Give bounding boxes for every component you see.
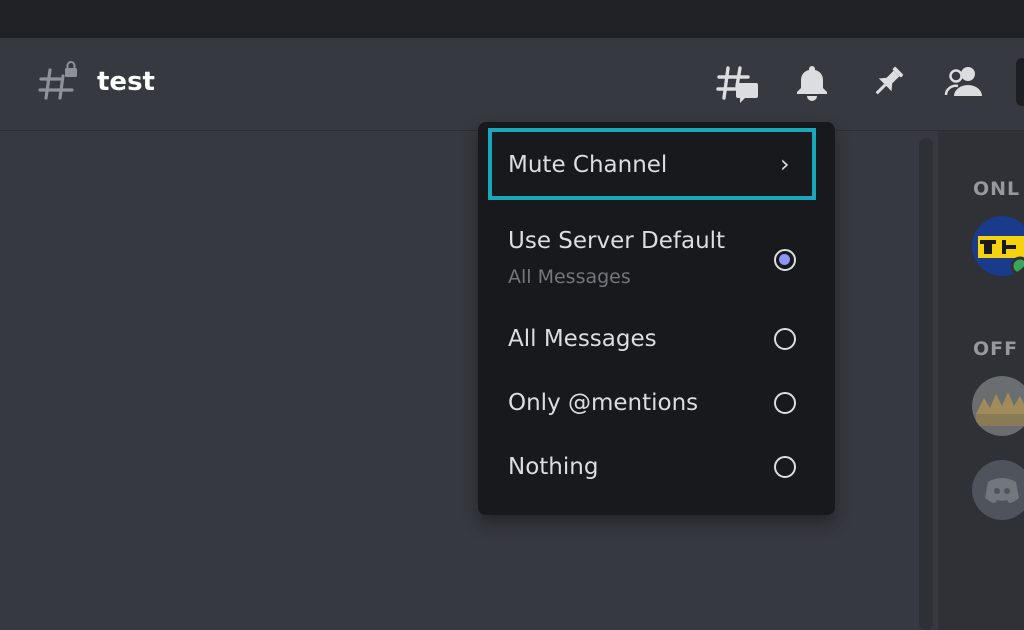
avatar[interactable]	[972, 376, 1024, 436]
radio-unselected[interactable]	[774, 328, 796, 350]
option-all-messages[interactable]: All Messages	[478, 310, 835, 372]
channel-name: test	[97, 67, 155, 97]
radio-unselected[interactable]	[774, 392, 796, 414]
pin-icon[interactable]	[868, 62, 908, 102]
option-only-mentions[interactable]: Only @mentions	[478, 374, 835, 436]
option-label: Use Server Default	[508, 228, 726, 254]
locked-channel-icon	[36, 60, 80, 104]
option-use-server-default[interactable]: Use Server Default All Messages	[478, 212, 835, 300]
window-top-bar	[0, 0, 1024, 38]
option-label: Only @mentions	[508, 390, 699, 416]
radio-unselected[interactable]	[774, 456, 796, 478]
avatar[interactable]	[972, 216, 1024, 276]
avatar[interactable]	[972, 460, 1024, 520]
offline-heading: OFF	[973, 338, 1019, 360]
radio-selected[interactable]	[774, 249, 796, 271]
option-sublabel: All Messages	[508, 266, 631, 288]
option-nothing[interactable]: Nothing	[478, 438, 835, 500]
highlight-box	[488, 128, 816, 200]
threads-icon[interactable]	[716, 62, 758, 103]
option-label: Nothing	[508, 454, 599, 480]
online-heading: ONL	[973, 178, 1021, 200]
inbox-edge-tab[interactable]	[1016, 58, 1024, 106]
chat-scrollbar[interactable]	[919, 138, 933, 630]
option-label: All Messages	[508, 326, 657, 352]
members-icon[interactable]	[943, 62, 983, 102]
bell-icon[interactable]	[792, 62, 832, 102]
